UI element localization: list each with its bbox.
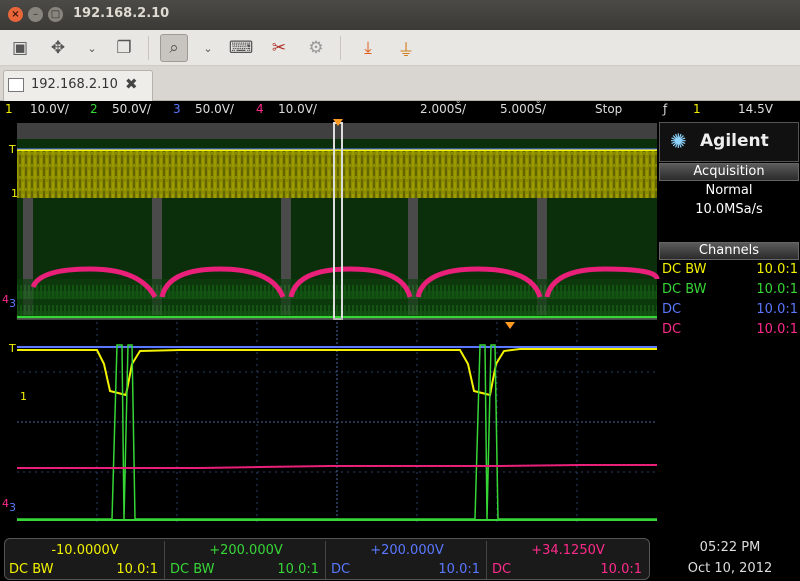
- download-icon[interactable]: ⤓: [354, 34, 382, 62]
- ch2-number: 2: [90, 102, 98, 116]
- chevron-down-icon[interactable]: ⌄: [201, 34, 215, 62]
- trigger-marker-zoom: T: [8, 342, 16, 355]
- channel-row[interactable]: DC 10.0:1: [662, 302, 798, 320]
- tools-icon[interactable]: ✂: [265, 34, 293, 62]
- offset-value: -10.0000V: [51, 543, 119, 558]
- offset-coupling: DC: [331, 562, 351, 577]
- acquisition-rate: 10.0MSa/s: [695, 202, 763, 217]
- offset-value: +200.000V: [370, 543, 444, 558]
- timebase-zoom[interactable]: 5.000Š/: [500, 102, 546, 116]
- ch4-offset-cell[interactable]: +34.1250V DC 10.0:1: [488, 541, 648, 579]
- ch1-scale[interactable]: 10.0V/: [30, 102, 69, 116]
- window-close-button[interactable]: ×: [8, 7, 23, 22]
- channel-coupling: DC: [662, 302, 682, 317]
- ch3-offset-cell[interactable]: +200.000V DC 10.0:1: [327, 541, 487, 579]
- toolbar: ▣ ✥ ⌄ ❐ ⌕ ⌄ ⌨ ✂ ⚙ ⤓ ⏚: [0, 30, 800, 66]
- ch4-marker-top: 4: [2, 293, 9, 306]
- channels-header[interactable]: Channels: [659, 242, 799, 260]
- run-state[interactable]: Stop: [595, 102, 622, 116]
- main-timebase-window: [17, 119, 660, 320]
- offset-coupling: DC BW: [170, 562, 215, 577]
- ch1-marker-zoom: 1: [20, 390, 27, 403]
- offset-probe: 10.0:1: [116, 562, 158, 577]
- offset-probe: 10.0:1: [277, 562, 319, 577]
- channel-row[interactable]: DC 10.0:1: [662, 322, 798, 340]
- ch3-scale[interactable]: 50.0V/: [195, 102, 234, 116]
- move-icon[interactable]: ✥: [44, 34, 72, 62]
- trigger-channel: 1: [693, 102, 701, 116]
- channel-row[interactable]: DC BW 10.0:1: [662, 262, 798, 280]
- clock: 05:22 PM Oct 10, 2012: [660, 540, 800, 576]
- channel-probe: 10.0:1: [756, 262, 798, 277]
- channel-row[interactable]: DC BW 10.0:1: [662, 282, 798, 300]
- offset-value: +200.000V: [209, 543, 283, 558]
- channel-coupling: DC: [662, 322, 682, 337]
- offset-coupling: DC BW: [9, 562, 54, 577]
- offset-probe: 10.0:1: [600, 562, 642, 577]
- clock-time: 05:22 PM: [699, 540, 761, 555]
- channel-probe: 10.0:1: [756, 282, 798, 297]
- ch1-number: 1: [5, 102, 13, 116]
- ch3-marker-top: 3: [9, 297, 16, 310]
- keyboard-icon[interactable]: ⌨: [227, 34, 255, 62]
- trigger-marker: T: [8, 143, 16, 156]
- trigger-icon: ƒ: [663, 102, 668, 116]
- ch4-marker-zoom: 4: [2, 497, 9, 510]
- ch4-scale[interactable]: 10.0V/: [278, 102, 317, 116]
- tab-label: 192.168.2.10: [31, 77, 118, 92]
- ch3-marker-zoom: 3: [9, 501, 16, 514]
- windows-icon[interactable]: ❐: [110, 34, 138, 62]
- agilent-logo-icon: ✺: [670, 129, 687, 153]
- tab-bar: 192.168.2.10 ✖: [0, 66, 800, 101]
- gears-icon[interactable]: ⚙: [302, 34, 330, 62]
- status-bar: 1 10.0V/ 2 50.0V/ 3 50.0V/ 4 10.0V/ 2.00…: [0, 101, 800, 119]
- channel-probe: 10.0:1: [756, 302, 798, 317]
- ch4-number: 4: [256, 102, 264, 116]
- ch1-offset-cell[interactable]: -10.0000V DC BW 10.0:1: [5, 541, 165, 579]
- brand-name: Agilent: [700, 131, 769, 151]
- title-bar: × – □ 192.168.2.10: [0, 0, 800, 30]
- terminal-icon: [8, 78, 24, 92]
- tab-connection[interactable]: 192.168.2.10 ✖: [3, 70, 153, 101]
- scope-display: 1 10.0V/ 2 50.0V/ 3 50.0V/ 4 10.0V/ 2.00…: [0, 101, 800, 581]
- timebase-main[interactable]: 2.000Š/: [420, 102, 466, 116]
- offset-coupling: DC: [492, 562, 512, 577]
- window-title: 192.168.2.10: [73, 6, 170, 21]
- clock-date: Oct 10, 2012: [687, 561, 773, 576]
- ch1-marker-top: 1: [11, 187, 18, 200]
- channel-offset-box: -10.0000V DC BW 10.0:1 +200.000V DC BW 1…: [4, 538, 650, 580]
- brand-box: ✺ Agilent: [659, 122, 799, 162]
- channel-probe: 10.0:1: [756, 322, 798, 337]
- acquisition-header[interactable]: Acquisition: [659, 163, 799, 181]
- offset-value: +34.1250V: [531, 543, 605, 558]
- window-minimize-button[interactable]: –: [28, 7, 43, 22]
- bottom-bar: -10.0000V DC BW 10.0:1 +200.000V DC BW 1…: [0, 536, 800, 581]
- ch3-number: 3: [173, 102, 181, 116]
- tab-close-icon[interactable]: ✖: [125, 75, 138, 93]
- chevron-down-icon[interactable]: ⌄: [85, 34, 99, 62]
- window-maximize-button[interactable]: □: [48, 7, 63, 22]
- screen-icon[interactable]: ▣: [6, 34, 34, 62]
- acquisition-mode: Normal: [705, 183, 753, 198]
- ch2-offset-cell[interactable]: +200.000V DC BW 10.0:1: [166, 541, 326, 579]
- channel-coupling: DC BW: [662, 282, 707, 297]
- waveform-area: T 1 4 3 T 1 4 3: [2, 119, 660, 522]
- zoom-timebase-window: [17, 322, 657, 522]
- trigger-level[interactable]: 14.5V: [738, 102, 773, 116]
- remote-scope-window: × – □ 192.168.2.10 ▣ ✥ ⌄ ❐ ⌕ ⌄ ⌨ ✂ ⚙ ⤓ ⏚…: [0, 0, 800, 581]
- offset-probe: 10.0:1: [438, 562, 480, 577]
- plug-icon[interactable]: ⏚: [392, 34, 420, 62]
- channel-coupling: DC BW: [662, 262, 707, 277]
- zoom-icon[interactable]: ⌕: [160, 34, 188, 62]
- ch2-scale[interactable]: 50.0V/: [112, 102, 151, 116]
